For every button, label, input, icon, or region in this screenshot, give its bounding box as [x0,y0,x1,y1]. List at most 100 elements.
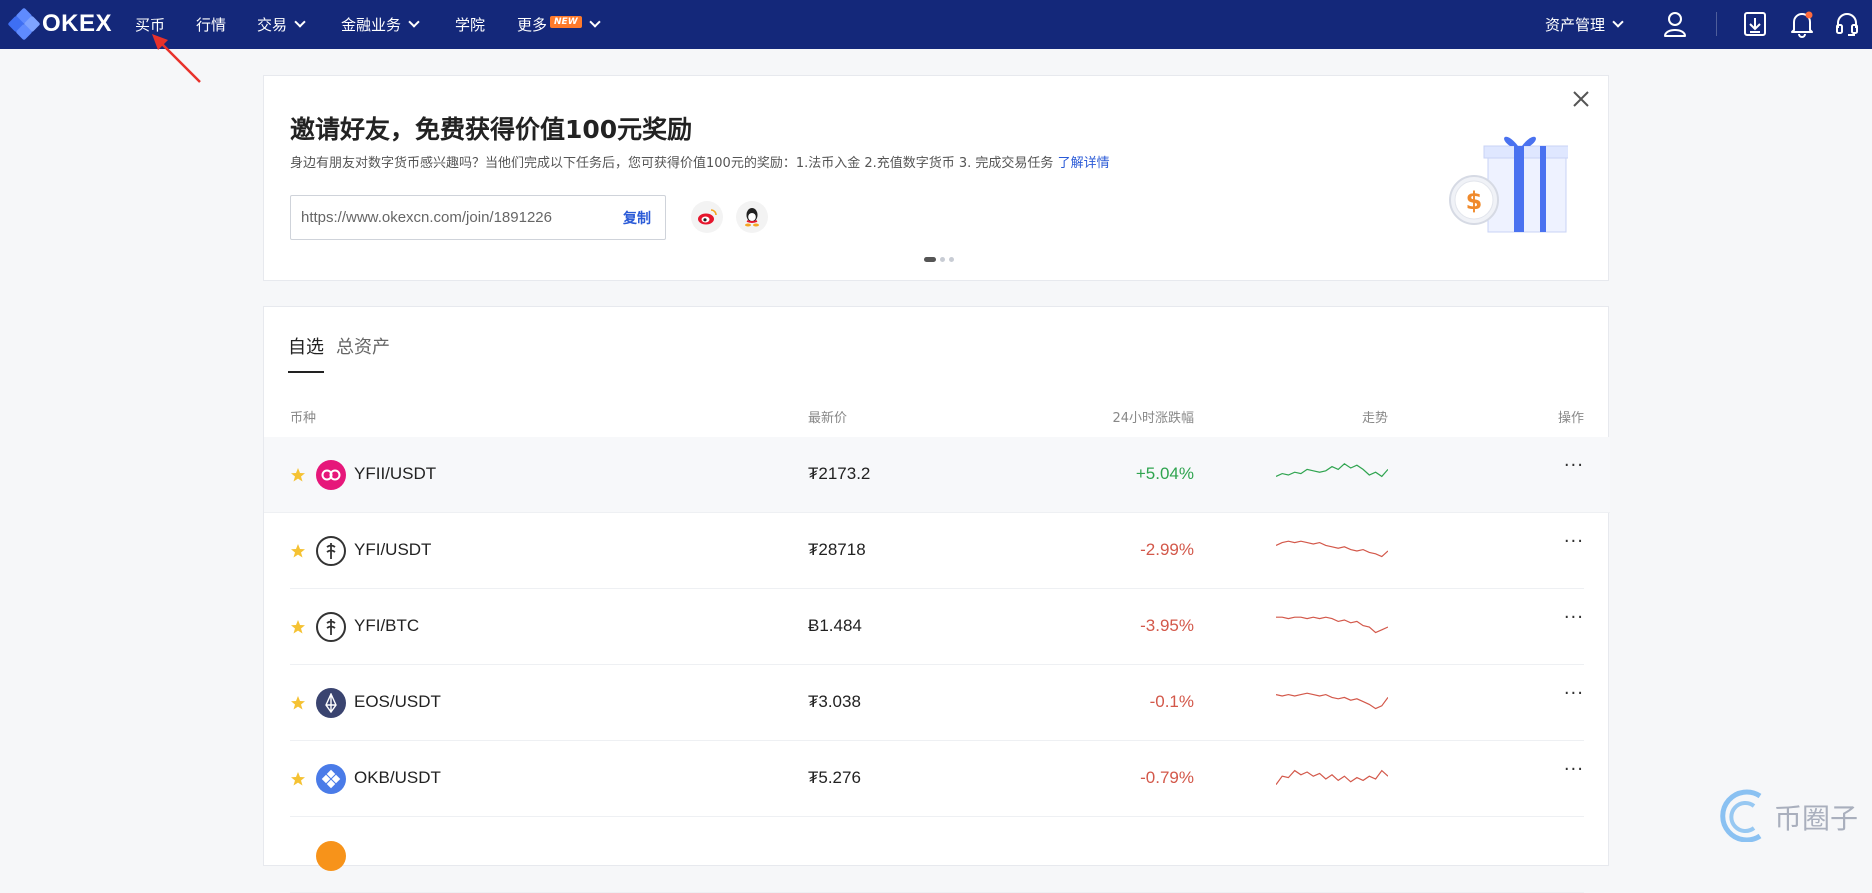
svg-text:$: $ [1466,187,1483,215]
download-icon[interactable] [1742,10,1768,38]
yfii-icon [316,460,346,490]
headset-icon[interactable] [1834,10,1860,38]
gift-illustration-icon: $ [1449,136,1568,233]
column-header-trend: 走势 [1361,411,1388,426]
nav-item-trade[interactable]: 交易 [257,0,306,49]
annotation-arrow-icon [152,34,201,83]
learn-more-link[interactable]: 了解详情 [1058,156,1110,171]
trend-sparkline [1276,540,1388,558]
star-icon[interactable] [290,543,306,559]
asset-management-menu[interactable]: 资产管理 [1545,0,1624,49]
bell-icon[interactable] [1789,10,1815,38]
star-icon[interactable] [290,695,306,711]
invite-link-input[interactable]: https://www.okexcn.com/join/1891226 [301,209,552,226]
new-badge: NEW [550,15,582,28]
carousel-dot[interactable] [924,257,936,262]
banner-description: 身边有朋友对数字货币感兴趣吗？当他们完成以下任务后，您可获得价值100元的奖励：… [290,152,1110,171]
coin-icon [316,841,346,871]
nav-item-academy[interactable]: 学院 [455,0,485,49]
banner-title: 邀请好友，免费获得价值100元奖励 [290,115,693,144]
last-price: ₮28718 [808,540,866,559]
sparkline-path [1276,463,1388,478]
change-24h: -2.99% [1140,540,1194,559]
column-header-price: 最新价 [808,411,848,426]
table-row[interactable]: YFI/USDT ₮28718 -2.99% ··· [290,513,1584,589]
nav-divider [1716,12,1717,36]
asset-management-label: 资产管理 [1545,16,1606,34]
trend-sparkline [1276,616,1388,634]
okex-logo[interactable]: OKEX [7,7,113,41]
nav-item-more[interactable]: 更多 NEW [517,0,601,49]
close-icon[interactable] [1570,88,1592,110]
table-header: 币种 最新价 24小时涨跌幅 走势 操作 [290,407,1584,427]
okb-icon [316,764,346,794]
nav-item-label: 学院 [455,16,486,34]
sparkline-path [1276,769,1388,785]
chevron-down-icon [294,16,306,28]
sparkline-path [1276,692,1388,710]
top-nav: OKEX 买币 行情 交易 金融业务 学院 更多 NEW 资产管理 [0,0,1872,49]
last-price: ₮3.038 [808,692,861,711]
banner-desc-text: 身边有朋友对数字货币感兴趣吗？当他们完成以下任务后，您可获得价值100元的奖励：… [290,156,1054,171]
pair-name[interactable]: EOS/USDT [354,692,441,712]
pair-name[interactable]: OKB/USDT [354,768,441,788]
table-row[interactable] [290,817,1584,893]
yfi-icon [316,536,346,566]
nav-item-label: 金融业务 [341,16,402,34]
column-header-action: 操作 [1557,411,1584,426]
carousel-dot[interactable] [940,257,945,262]
nav-item-finance[interactable]: 金融业务 [341,0,420,49]
nav-item-label: 更多 [517,16,548,34]
qq-icon[interactable] [736,201,768,233]
trend-sparkline [1276,692,1388,710]
table-row[interactable]: OKB/USDT ₮5.276 -0.79% ··· [290,741,1584,817]
carousel-dot[interactable] [949,257,954,262]
watchlist-card: 自选 总资产 币种 最新价 24小时涨跌幅 走势 操作 YFII/USDT ₮2… [263,306,1610,893]
weibo-icon[interactable] [691,201,723,233]
more-actions-button[interactable]: ··· [1564,607,1584,628]
nav-item-label: 交易 [257,16,288,34]
invite-banner: 邀请好友，免费获得价值100元奖励 身边有朋友对数字货币感兴趣吗？当他们完成以下… [263,75,1609,281]
watermark-logo-icon: 币圈子 [1720,789,1858,842]
yfi-icon [316,612,346,642]
copy-button[interactable]: 复制 [623,208,651,228]
watchlist-tabs: 自选 总资产 [288,333,390,373]
chevron-down-icon [1612,16,1624,28]
more-actions-button[interactable]: ··· [1564,759,1584,780]
tab-favorites[interactable]: 自选 [288,333,324,373]
column-header-change: 24小时涨跌幅 [1112,411,1194,426]
sparkline-path [1276,540,1388,558]
chevron-down-icon [408,16,420,28]
table-row[interactable]: YFII/USDT ₮2173.2 +5.04% ··· [264,437,1610,513]
change-24h: -0.79% [1140,768,1194,787]
last-price: ₮2173.2 [808,464,871,483]
user-icon[interactable] [1662,10,1688,38]
star-icon[interactable] [290,771,306,787]
star-icon[interactable] [290,467,306,483]
chevron-down-icon [588,16,601,28]
pair-name[interactable]: YFI/BTC [354,616,419,636]
tab-total-assets[interactable]: 总资产 [336,333,390,373]
okex-logo-icon [7,7,41,41]
pair-name[interactable]: YFII/USDT [354,464,436,484]
invite-link-box: https://www.okexcn.com/join/1891226 复制 [290,195,666,240]
last-price: ₮5.276 [808,768,861,787]
logo-text: OKEX [42,10,113,37]
star-icon[interactable] [290,619,306,635]
change-24h: +5.04% [1135,464,1194,483]
column-header-coin: 币种 [290,411,317,426]
eos-icon [316,688,346,718]
trend-sparkline [1276,769,1388,785]
table-row[interactable]: EOS/USDT ₮3.038 -0.1% ··· [290,665,1584,741]
pair-name[interactable]: YFI/USDT [354,540,431,560]
change-24h: -0.1% [1149,692,1194,711]
watermark-text: 币圈子 [1774,802,1858,835]
carousel-indicator [924,257,954,262]
more-actions-button[interactable]: ··· [1564,531,1584,552]
more-actions-button[interactable]: ··· [1564,455,1584,476]
table-row[interactable]: YFI/BTC Ƀ1.484 -3.95% ··· [290,589,1584,665]
more-actions-button[interactable]: ··· [1564,683,1584,704]
trend-sparkline [1276,463,1388,478]
last-price: Ƀ1.484 [808,616,862,635]
watchlist-rows: YFII/USDT ₮2173.2 +5.04% ··· YFI/USDT ₮2… [264,437,1610,893]
